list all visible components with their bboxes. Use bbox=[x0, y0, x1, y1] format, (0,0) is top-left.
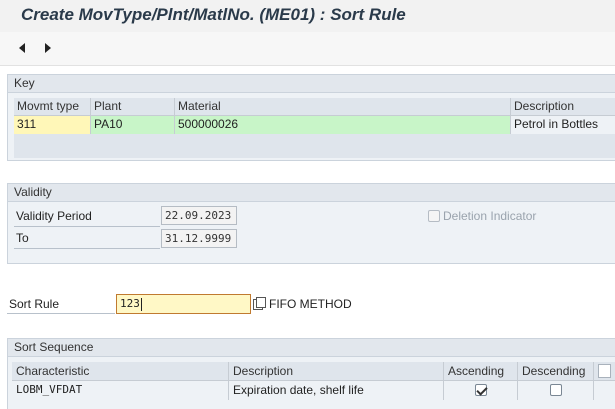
table-settings-icon bbox=[598, 364, 611, 378]
triangle-left-icon bbox=[19, 43, 25, 53]
triangle-right-icon bbox=[45, 43, 51, 53]
label-underline bbox=[14, 226, 160, 227]
column-header-descending[interactable]: Descending bbox=[518, 362, 594, 381]
sort-rule-value-help-button[interactable] bbox=[252, 296, 268, 312]
column-header-material: Material bbox=[175, 98, 511, 116]
page-title: Create MovType/Plnt/MatlNo. (ME01) : Sor… bbox=[21, 5, 406, 24]
label-underline bbox=[7, 313, 115, 314]
key-table-empty-area bbox=[14, 134, 615, 158]
characteristic-cell[interactable]: LOBM_VFDAT bbox=[12, 381, 229, 400]
ascending-cell bbox=[444, 381, 518, 400]
descending-cell bbox=[518, 381, 594, 400]
movmt-type-cell[interactable]: 311 bbox=[14, 116, 91, 134]
column-header-description[interactable]: Description bbox=[229, 362, 444, 381]
plant-cell[interactable]: PA10 bbox=[91, 116, 175, 134]
sort-rule-input[interactable]: 123 bbox=[116, 294, 251, 314]
copy-icon bbox=[253, 297, 266, 310]
validity-group-title: Validity bbox=[8, 184, 615, 202]
description-cell: Expiration date, shelf life bbox=[229, 381, 444, 400]
to-label: To bbox=[16, 231, 29, 245]
column-header-characteristic[interactable]: Characteristic bbox=[12, 362, 229, 381]
column-header-description: Description bbox=[511, 98, 615, 116]
text-caret bbox=[140, 297, 142, 311]
key-group-title: Key bbox=[8, 75, 615, 93]
column-header-ascending[interactable]: Ascending bbox=[444, 362, 518, 381]
sort-rule-label: Sort Rule bbox=[9, 297, 60, 311]
column-settings-button[interactable] bbox=[594, 362, 615, 381]
description-cell: Petrol in Bottles bbox=[511, 116, 615, 134]
ascending-checkbox[interactable] bbox=[475, 384, 487, 396]
validity-period-field[interactable]: 22.09.2023 bbox=[161, 206, 237, 225]
label-underline bbox=[14, 248, 160, 249]
deletion-indicator-checkbox[interactable] bbox=[428, 210, 440, 222]
descending-checkbox[interactable] bbox=[550, 384, 562, 396]
column-header-plant: Plant bbox=[91, 98, 175, 116]
material-cell[interactable]: 500000026 bbox=[175, 116, 511, 134]
validity-group: Validity bbox=[7, 183, 615, 264]
toolbar bbox=[0, 32, 615, 66]
validity-period-label: Validity Period bbox=[16, 209, 92, 223]
deletion-indicator-label: Deletion Indicator bbox=[443, 209, 537, 223]
sort-sequence-group-title: Sort Sequence bbox=[8, 339, 615, 357]
sort-rule-description: FIFO METHOD bbox=[269, 297, 352, 311]
title-bar: Create MovType/Plnt/MatlNo. (ME01) : Sor… bbox=[0, 0, 615, 32]
column-header-movmt-type: Movmt type bbox=[14, 98, 91, 116]
to-date-field[interactable]: 31.12.9999 bbox=[161, 229, 237, 248]
key-group: Key Movmt type Plant Material Descriptio… bbox=[7, 74, 615, 161]
sort-rule-value: 123 bbox=[120, 297, 140, 310]
back-button[interactable] bbox=[16, 41, 30, 55]
forward-button[interactable] bbox=[40, 41, 54, 55]
